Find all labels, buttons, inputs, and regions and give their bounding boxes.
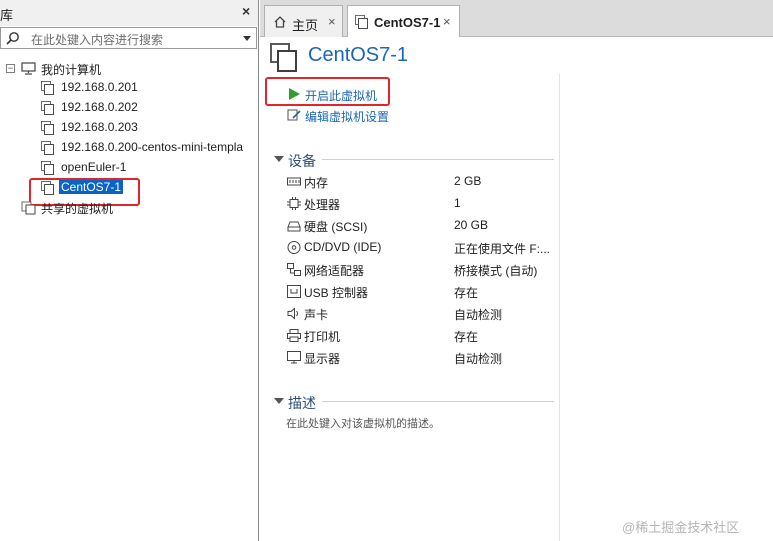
hdd-icon [287,221,301,232]
device-name: CD/DVD (IDE) [304,240,382,254]
library-search-input[interactable]: 在此处键入内容进行搜索 [0,27,257,49]
tree-node-label: 共享的虚拟机 [41,202,114,216]
memory-icon [287,177,301,186]
edit-settings-link[interactable]: 编辑虚拟机设置 [305,108,389,125]
vm-icon [41,161,55,175]
device-name: 硬盘 (SCSI) [304,220,368,234]
device-name: 声卡 [304,308,329,322]
search-icon [6,32,19,45]
close-icon[interactable]: × [328,14,336,29]
device-value: 正在使用文件 F:... [454,242,551,256]
vm-title: CentOS7-1 [308,44,409,66]
tree-vm-label: 192.168.0.202 [61,100,138,114]
cpu-icon [287,197,301,210]
device-row-sound-card[interactable]: 声卡 自动检测 [287,304,557,324]
device-value: 存在 [454,330,479,344]
sound-icon [287,307,298,320]
device-row-printer[interactable]: 打印机 存在 [287,326,557,346]
collapse-devices-icon[interactable] [274,156,284,162]
home-icon [274,16,286,28]
tab-centos7-1[interactable]: CentOS7-1 × [347,5,460,38]
description-section-title[interactable]: 描述 [288,393,316,413]
device-value: 桥接模式 (自动) [454,264,538,278]
device-name: 内存 [304,176,329,190]
watermark-text: @稀土掘金技术社区 [622,520,740,535]
vm-icon [41,121,55,135]
device-value: 自动检测 [454,352,503,366]
device-row-processor[interactable]: 处理器 1 [287,194,557,214]
device-row-network-adapter[interactable]: 网络适配器 桥接模式 (自动) [287,260,557,280]
vm-large-icon [270,43,300,73]
library-title: 库 [0,8,14,23]
vm-icon [41,101,55,115]
tree-vm-label: 192.168.0.203 [61,120,138,134]
panel-divider [559,74,560,541]
device-row-usb-controller[interactable]: USB 控制器 存在 [287,282,557,302]
network-icon [287,263,301,276]
tree-vm-centos-mini-template[interactable]: 192.168.0.200-centos-mini-templa [41,139,258,157]
device-value: 1 [454,196,461,210]
device-name: 处理器 [304,198,341,212]
device-value: 存在 [454,286,479,300]
section-divider [322,159,554,160]
computer-icon [21,62,36,75]
device-name: 打印机 [304,330,341,344]
edit-settings-icon[interactable] [287,108,301,122]
devices-section-title[interactable]: 设备 [288,151,316,171]
device-name: USB 控制器 [304,286,369,300]
chevron-down-icon[interactable] [243,36,251,41]
tab-bar: 主页 × CentOS7-1 × [260,0,773,38]
tree-node-label: 我的计算机 [41,63,102,77]
tree-vm-label: 192.168.0.200-centos-mini-templa [61,140,244,154]
library-search-placeholder: 在此处键入内容进行搜索 [31,33,164,47]
display-icon [287,351,301,364]
vm-icon [355,15,369,29]
device-name: 网络适配器 [304,264,365,278]
device-value: 2 GB [454,174,482,188]
tree-vm-label: 192.168.0.201 [61,80,138,94]
device-row-hard-disk[interactable]: 硬盘 (SCSI) 20 GB [287,216,557,236]
device-name: 显示器 [304,352,341,366]
device-row-memory[interactable]: 内存 2 GB [287,172,557,192]
device-row-cd-dvd[interactable]: CD/DVD (IDE) 正在使用文件 F:... [287,238,557,258]
tab-home[interactable]: 主页 × [264,5,343,37]
device-row-display[interactable]: 显示器 自动检测 [287,348,557,368]
highlight-box-power-on [265,77,390,106]
vm-icon [41,141,55,155]
tab-label: CentOS7-1 [374,15,441,30]
library-header: 库 × [0,0,258,26]
tree-vm-label: openEuler-1 [61,160,127,174]
library-panel: 库 × 在此处键入内容进行搜索 − 我的计算机 192.168.0.201 19… [0,0,259,541]
tree-collapse-toggle[interactable]: − [6,64,15,73]
cd-icon [287,241,301,254]
description-placeholder[interactable]: 在此处键入对该虚拟机的描述。 [286,415,440,431]
collapse-description-icon[interactable] [274,398,284,404]
vm-icon [41,81,55,95]
usb-icon [287,285,301,298]
close-icon[interactable]: × [443,14,451,29]
printer-icon [287,329,301,342]
library-close-icon[interactable]: × [242,3,250,19]
device-value: 自动检测 [454,308,503,322]
tab-label: 主页 [292,18,319,33]
shared-vm-icon [21,201,36,215]
device-value: 20 GB [454,218,489,232]
section-divider [322,401,554,402]
